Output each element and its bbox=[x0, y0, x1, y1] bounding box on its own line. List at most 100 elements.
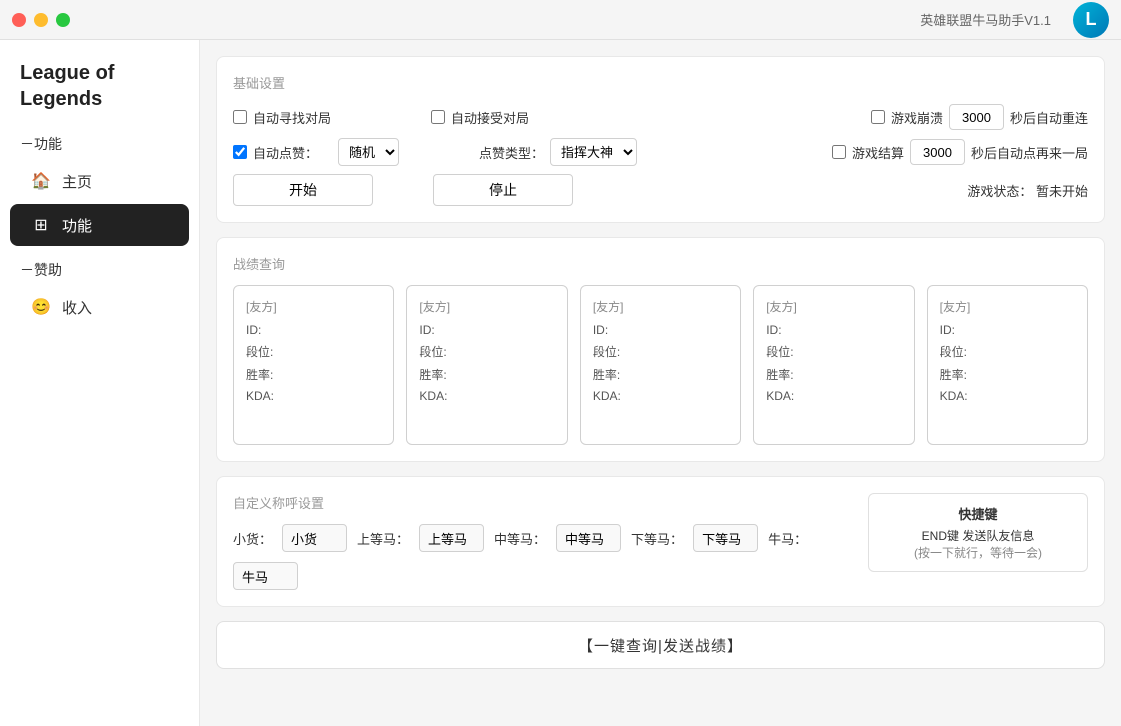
field4-input[interactable] bbox=[233, 562, 298, 590]
like-type-select[interactable]: 指挥大神 友善玩家 团队合作 bbox=[550, 138, 637, 166]
settings-row-3: 开始 停止 游戏状态： 暂未开始 bbox=[233, 174, 1088, 206]
app-name: League of Legends bbox=[0, 40, 199, 122]
titlebar: 英雄联盟牛马助手V1.1 L bbox=[0, 0, 1121, 40]
performance-section: 战绩查询 [友方] ID: 段位: 胜率: KDA: [友方] ID: bbox=[216, 237, 1105, 462]
sidebar-section-function: －功能 bbox=[0, 122, 199, 158]
auto-like-select[interactable]: 随机 指定 不点 bbox=[338, 138, 399, 166]
card0-team: [友方] bbox=[246, 298, 381, 315]
custom-name-row: 小货： 上等马： 中等马： 下等马： 牛马： bbox=[233, 524, 852, 590]
sidebar-item-home[interactable]: 🏠 主页 bbox=[10, 160, 189, 202]
game-crash-input[interactable] bbox=[871, 110, 885, 124]
game-end-checkbox[interactable]: 游戏结算 bbox=[832, 143, 904, 162]
maximize-button[interactable] bbox=[56, 13, 70, 27]
card3-team: [友方] bbox=[766, 298, 901, 315]
auto-like-label: 自动点赞： bbox=[253, 143, 318, 162]
card1-kda: KDA: bbox=[419, 389, 554, 403]
performance-title: 战绩查询 bbox=[233, 254, 1088, 273]
field4-label: 牛马： bbox=[768, 529, 807, 548]
game-end-suffix: 秒后自动点再来一局 bbox=[971, 143, 1088, 162]
field2-input[interactable] bbox=[556, 524, 621, 552]
auto-accept-match-checkbox[interactable]: 自动接受对局 bbox=[431, 108, 529, 127]
field0-label: 小货： bbox=[233, 529, 272, 548]
home-icon: 🏠 bbox=[30, 170, 52, 192]
field1-input[interactable] bbox=[419, 524, 484, 552]
basic-settings-section: 基础设置 自动寻找对局 自动接受对局 游戏崩溃 秒后自动重连 bbox=[216, 56, 1105, 223]
card4-id: ID: bbox=[940, 323, 1075, 337]
card0-kda: KDA: bbox=[246, 389, 381, 403]
app-logo: L bbox=[1071, 0, 1111, 40]
card3-win: 胜率: bbox=[766, 366, 901, 383]
like-type-label: 点赞类型： bbox=[479, 143, 544, 162]
sidebar-function-label: 功能 bbox=[62, 215, 92, 236]
game-status: 游戏状态： 暂未开始 bbox=[967, 181, 1088, 200]
card0-id: ID: bbox=[246, 323, 381, 337]
logo-circle: L bbox=[1073, 2, 1109, 38]
field3-label: 下等马： bbox=[631, 529, 683, 548]
basic-settings-title: 基础设置 bbox=[233, 73, 1088, 92]
card4-win: 胜率: bbox=[940, 366, 1075, 383]
custom-name-section: 自定义称呼设置 小货： 上等马： 中等马： 下等马： 牛马： 快捷键 END键 … bbox=[216, 476, 1105, 607]
close-button[interactable] bbox=[12, 13, 26, 27]
window-controls[interactable] bbox=[12, 13, 70, 27]
settings-row-2: 自动点赞： 随机 指定 不点 点赞类型： 指挥大神 友善玩家 团队合作 游戏结算 bbox=[233, 138, 1088, 166]
app-title: 英雄联盟牛马助手V1.1 bbox=[920, 10, 1051, 29]
card1-team: [友方] bbox=[419, 298, 554, 315]
game-end-input[interactable] bbox=[832, 145, 846, 159]
auto-like-checkbox[interactable]: 自动点赞： bbox=[233, 143, 318, 162]
minimize-button[interactable] bbox=[34, 13, 48, 27]
game-status-value: 暂未开始 bbox=[1036, 184, 1088, 199]
card2-rank: 段位: bbox=[593, 343, 728, 360]
perf-card-4: [友方] ID: 段位: 胜率: KDA: bbox=[927, 285, 1088, 445]
card3-rank: 段位: bbox=[766, 343, 901, 360]
shortcut-box: 快捷键 END键 发送队友信息 (按一下就行，等待一会) bbox=[868, 493, 1088, 572]
field3-input[interactable] bbox=[693, 524, 758, 552]
field2-label: 中等马： bbox=[494, 529, 546, 548]
auto-like-input[interactable] bbox=[233, 145, 247, 159]
card1-win: 胜率: bbox=[419, 366, 554, 383]
sidebar-item-function[interactable]: ⊞ 功能 bbox=[10, 204, 189, 246]
custom-shortcut-row: 自定义称呼设置 小货： 上等马： 中等马： 下等马： 牛马： 快捷键 END键 … bbox=[233, 493, 1088, 590]
auto-find-match-label: 自动寻找对局 bbox=[253, 108, 331, 127]
game-crash-label: 游戏崩溃 bbox=[891, 108, 943, 127]
game-end-value[interactable] bbox=[910, 139, 965, 165]
card3-id: ID: bbox=[766, 323, 901, 337]
stop-button[interactable]: 停止 bbox=[433, 174, 573, 206]
start-button[interactable]: 开始 bbox=[233, 174, 373, 206]
performance-cards: [友方] ID: 段位: 胜率: KDA: [友方] ID: 段位: 胜率: bbox=[233, 285, 1088, 445]
card3-kda: KDA: bbox=[766, 389, 901, 403]
card2-team: [友方] bbox=[593, 298, 728, 315]
card1-rank: 段位: bbox=[419, 343, 554, 360]
card2-id: ID: bbox=[593, 323, 728, 337]
settings-row-1: 自动寻找对局 自动接受对局 游戏崩溃 秒后自动重连 bbox=[233, 104, 1088, 130]
auto-find-match-checkbox[interactable]: 自动寻找对局 bbox=[233, 108, 331, 127]
sidebar: League of Legends －功能 🏠 主页 ⊞ 功能 －赞助 😊 收入 bbox=[0, 0, 200, 726]
card4-kda: KDA: bbox=[940, 389, 1075, 403]
auto-accept-match-label: 自动接受对局 bbox=[451, 108, 529, 127]
auto-find-match-input[interactable] bbox=[233, 110, 247, 124]
sidebar-item-income[interactable]: 😊 收入 bbox=[10, 286, 189, 328]
query-button[interactable]: 【一键查询|发送战绩】 bbox=[216, 621, 1105, 669]
auto-accept-match-input[interactable] bbox=[431, 110, 445, 124]
card4-rank: 段位: bbox=[940, 343, 1075, 360]
field1-label: 上等马： bbox=[357, 529, 409, 548]
perf-card-3: [友方] ID: 段位: 胜率: KDA: bbox=[753, 285, 914, 445]
game-crash-suffix: 秒后自动重连 bbox=[1010, 108, 1088, 127]
perf-card-2: [友方] ID: 段位: 胜率: KDA: bbox=[580, 285, 741, 445]
sidebar-home-label: 主页 bbox=[62, 171, 92, 192]
field0-input[interactable] bbox=[282, 524, 347, 552]
custom-settings-area: 自定义称呼设置 小货： 上等马： 中等马： 下等马： 牛马： bbox=[233, 493, 852, 590]
game-crash-checkbox[interactable]: 游戏崩溃 bbox=[871, 108, 943, 127]
card2-kda: KDA: bbox=[593, 389, 728, 403]
perf-card-1: [友方] ID: 段位: 胜率: KDA: bbox=[406, 285, 567, 445]
income-icon: 😊 bbox=[30, 296, 52, 318]
main-content: 基础设置 自动寻找对局 自动接受对局 游戏崩溃 秒后自动重连 bbox=[200, 40, 1121, 726]
card0-win: 胜率: bbox=[246, 366, 381, 383]
game-status-label: 游戏状态： bbox=[967, 184, 1032, 199]
card2-win: 胜率: bbox=[593, 366, 728, 383]
shortcut-main: END键 发送队友信息 bbox=[885, 527, 1071, 544]
shortcut-sub: (按一下就行，等待一会) bbox=[885, 544, 1071, 561]
game-end-label: 游戏结算 bbox=[852, 143, 904, 162]
shortcut-title: 快捷键 bbox=[885, 504, 1071, 523]
perf-card-0: [友方] ID: 段位: 胜率: KDA: bbox=[233, 285, 394, 445]
game-crash-value[interactable] bbox=[949, 104, 1004, 130]
